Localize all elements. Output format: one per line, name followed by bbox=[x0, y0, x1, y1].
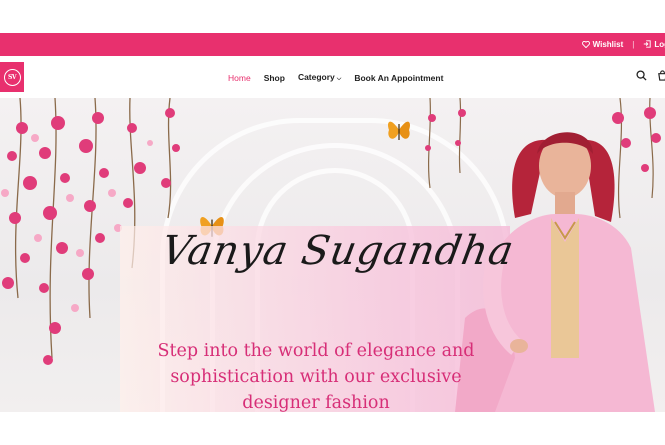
tagline-line: sophistication with our exclusive bbox=[170, 367, 462, 387]
main-nav: Home Shop Category ⌵ Book An Appointment bbox=[228, 72, 456, 83]
brand-script-title: Vanya Sugandha bbox=[157, 228, 518, 274]
site-header: SV Home Shop Category ⌵ Book An Appointme… bbox=[0, 56, 665, 98]
nav-category-label: Category bbox=[297, 72, 335, 82]
top-bar: Wishlist | Log bbox=[0, 33, 665, 56]
cart-icon[interactable] bbox=[657, 70, 665, 81]
chevron-down-icon: ⌵ bbox=[336, 76, 342, 82]
hero-tagline: Step into the world of elegance and soph… bbox=[126, 338, 506, 412]
tagline-line: Step into the world of elegance and bbox=[157, 341, 475, 361]
search-icon[interactable] bbox=[636, 70, 647, 81]
brand-logo[interactable]: SV bbox=[0, 62, 24, 92]
hero-banner[interactable]: Vanya Sugandha Step into the world of el… bbox=[0, 98, 665, 412]
login-label: Log bbox=[654, 40, 665, 49]
wishlist-label: Wishlist bbox=[592, 40, 624, 49]
butterfly-image bbox=[388, 121, 410, 140]
tagline-line: designer fashion bbox=[242, 393, 390, 412]
nav-category[interactable]: Category ⌵ bbox=[298, 72, 341, 83]
logo-text: SV bbox=[8, 73, 17, 81]
nav-shop[interactable]: Shop bbox=[264, 73, 285, 83]
logo-emblem: SV bbox=[3, 68, 21, 86]
wishlist-link[interactable]: Wishlist bbox=[581, 40, 624, 49]
login-icon bbox=[644, 40, 652, 48]
top-links: Wishlist | Log bbox=[581, 40, 665, 49]
nav-book-appointment[interactable]: Book An Appointment bbox=[354, 73, 443, 83]
header-icons bbox=[636, 70, 665, 81]
heart-icon bbox=[581, 40, 590, 49]
top-divider: | bbox=[632, 40, 635, 49]
nav-home[interactable]: Home bbox=[228, 73, 251, 83]
login-link[interactable]: Log bbox=[643, 40, 665, 49]
